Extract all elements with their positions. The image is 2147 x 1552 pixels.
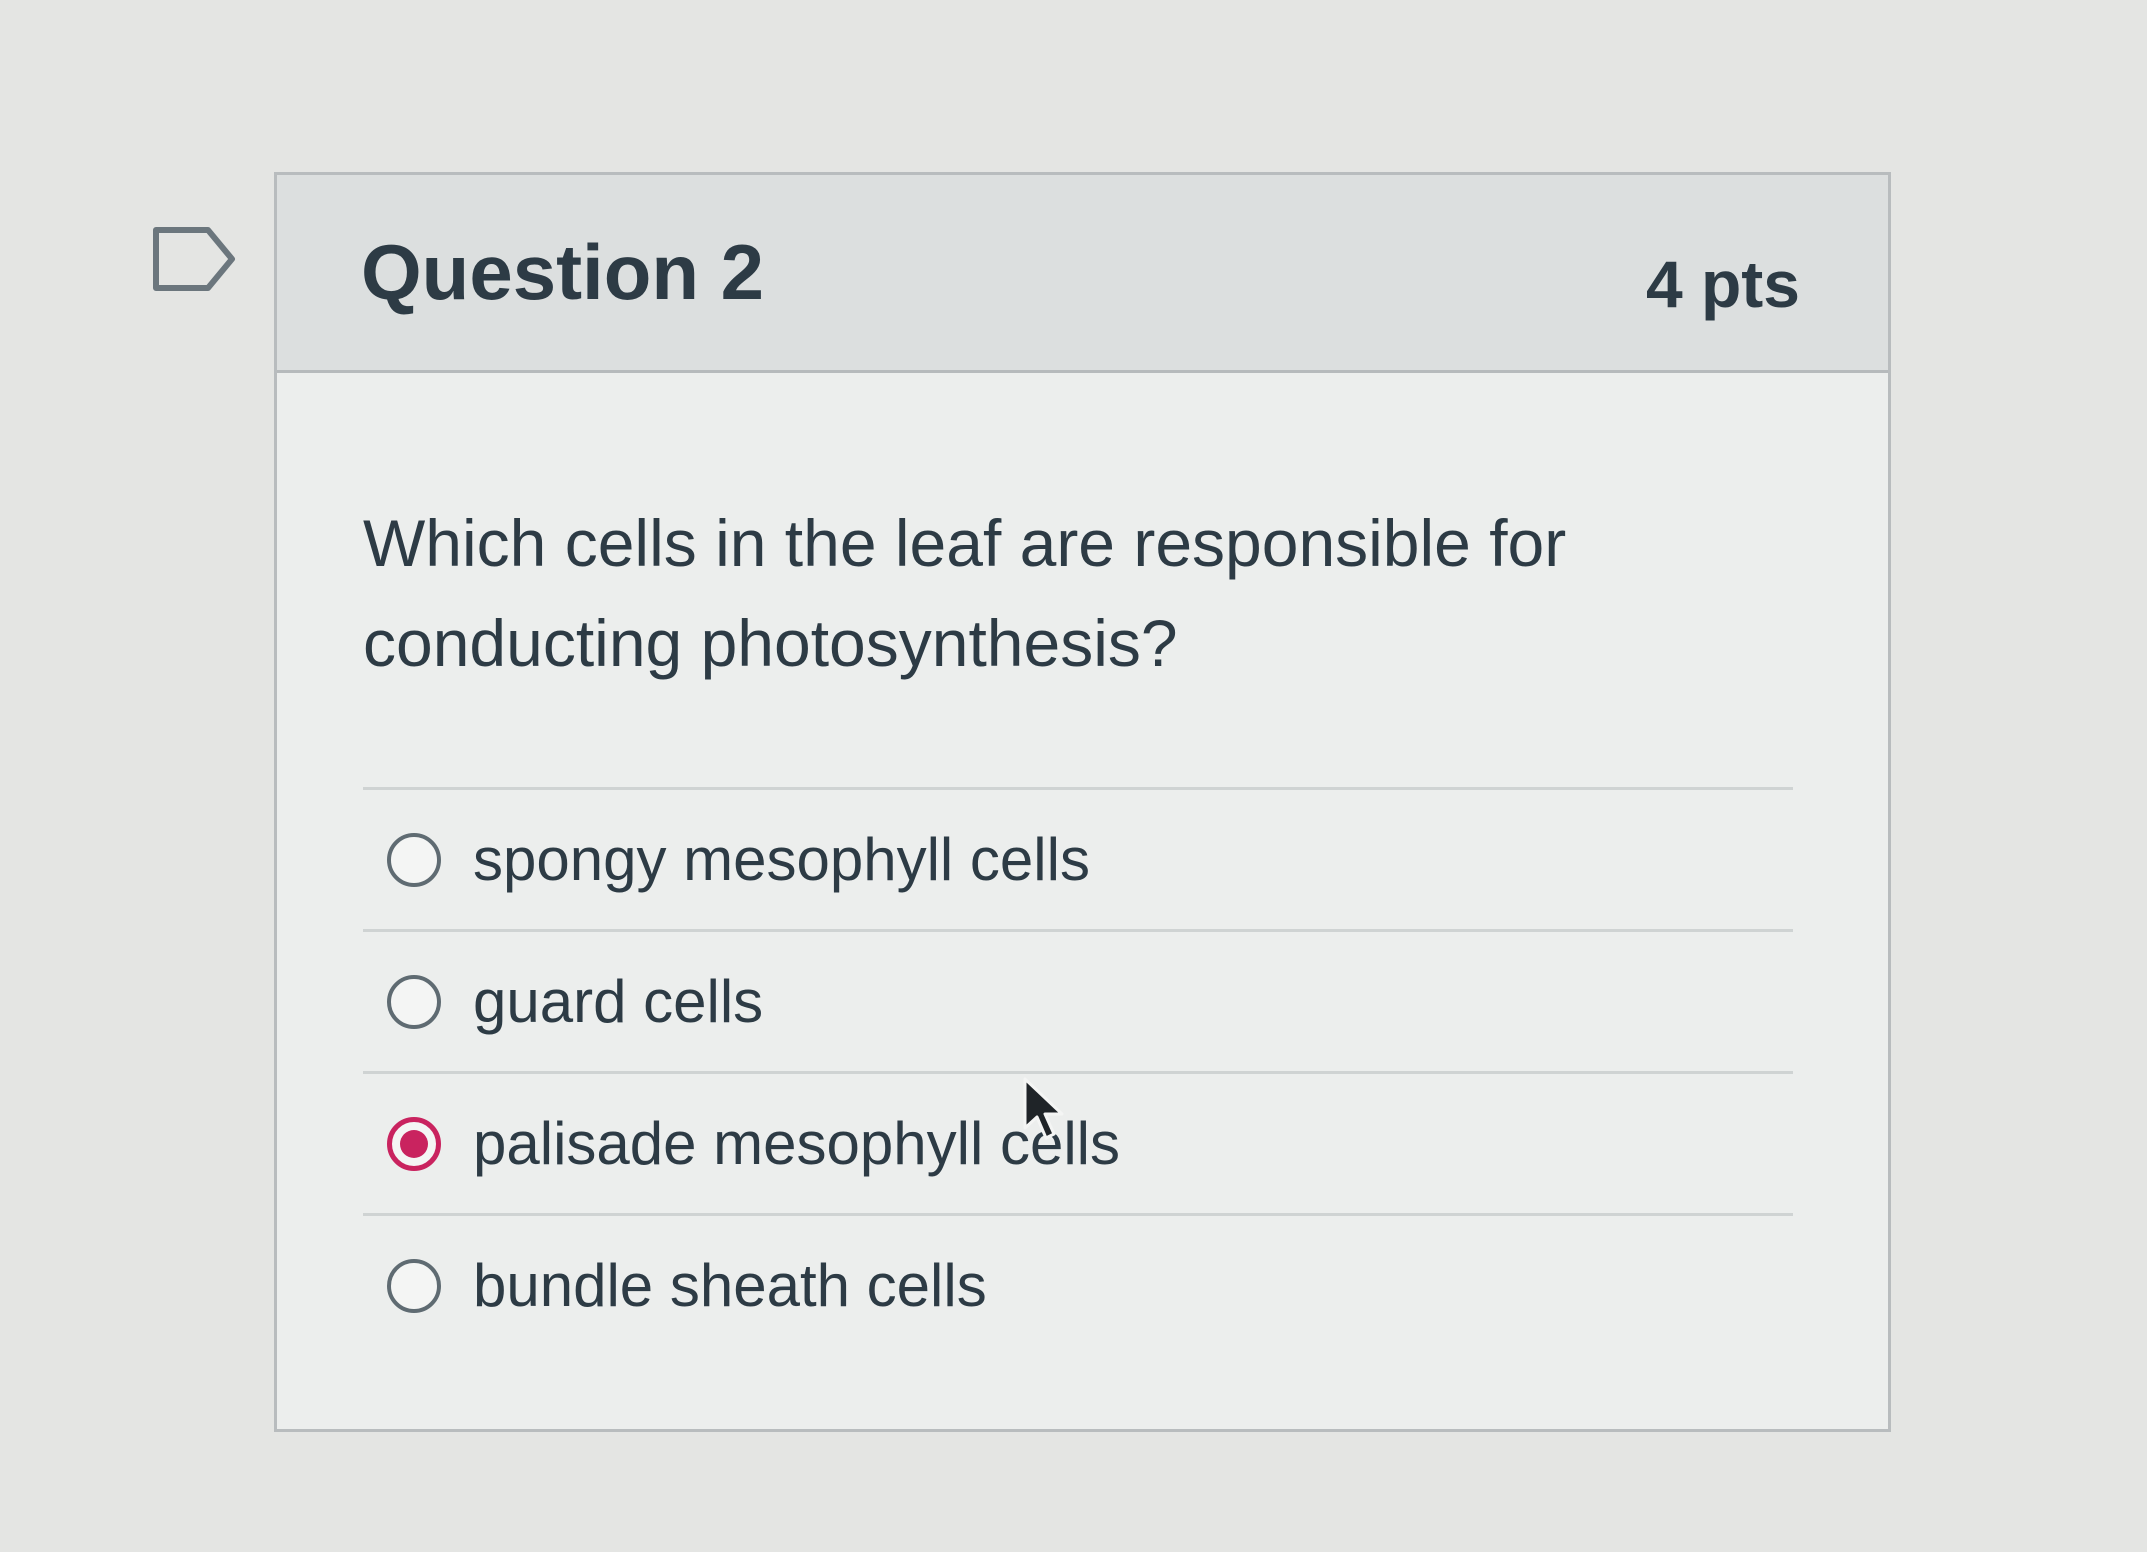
radio-button[interactable] bbox=[387, 832, 441, 887]
answer-list: spongy mesophyll cells guard cells palis… bbox=[363, 787, 1793, 1355]
answer-label[interactable]: bundle sheath cells bbox=[473, 1251, 987, 1320]
question-header: Question 2 4 pts bbox=[277, 175, 1888, 373]
question-points: 4 pts bbox=[1645, 246, 1800, 321]
question-card: Question 2 4 pts Which cells in the leaf… bbox=[274, 172, 1891, 1432]
radio-button-selected[interactable] bbox=[387, 1116, 441, 1171]
answer-option[interactable]: guard cells bbox=[363, 929, 1793, 1071]
question-body: Which cells in the leaf are responsible … bbox=[277, 373, 1888, 1355]
quiz-page: Question 2 4 pts Which cells in the leaf… bbox=[0, 0, 2147, 1552]
radio-button[interactable] bbox=[387, 1258, 441, 1313]
answer-label[interactable]: guard cells bbox=[473, 967, 763, 1036]
answer-option[interactable]: palisade mesophyll cells bbox=[363, 1071, 1793, 1213]
answer-label[interactable]: spongy mesophyll cells bbox=[473, 825, 1090, 894]
mouse-pointer-icon bbox=[1023, 1077, 1064, 1140]
flag-question-icon[interactable] bbox=[152, 226, 236, 292]
question-title: Question 2 bbox=[361, 228, 765, 316]
question-text: Which cells in the leaf are responsible … bbox=[363, 506, 1567, 680]
answer-option[interactable]: spongy mesophyll cells bbox=[363, 787, 1793, 929]
answer-option[interactable]: bundle sheath cells bbox=[363, 1213, 1793, 1355]
radio-button[interactable] bbox=[387, 974, 441, 1029]
radio-dot bbox=[400, 1129, 428, 1158]
